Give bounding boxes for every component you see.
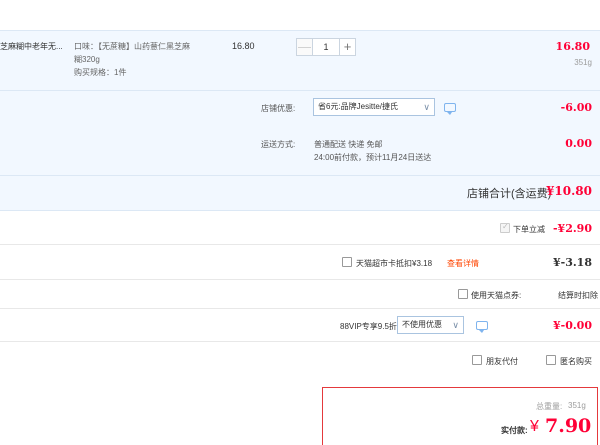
quantity-input[interactable]: 1 xyxy=(313,38,339,56)
chat-icon[interactable] xyxy=(444,103,456,115)
divider xyxy=(0,341,600,342)
shop-options xyxy=(0,91,600,175)
shop-promo-amount: -6.00 xyxy=(560,101,592,114)
tmall-card-checkbox[interactable] xyxy=(342,257,352,267)
payment-summary: 总重量: 351g 实付款: ¥ 7.90 xyxy=(322,387,598,445)
instant-discount-label: 下单立减 xyxy=(513,225,545,234)
shipping-label: 运送方式: xyxy=(261,140,296,149)
shop-total-amount: ¥10.80 xyxy=(546,184,592,198)
product-title[interactable]: 芝麻糊中老年无... xyxy=(0,41,63,52)
vip-amount: ¥-0.00 xyxy=(552,319,592,332)
friend-pay-checkbox[interactable] xyxy=(472,355,482,365)
instant-discount-amount: -¥2.90 xyxy=(552,222,592,235)
actual-payment-label: 实付款: xyxy=(501,426,528,435)
divider xyxy=(0,308,600,309)
tmall-card-label: 天猫超市卡抵扣¥3.18 xyxy=(356,259,433,268)
shop-promo-value: 省6元:品牌Jesitte/捷氏 xyxy=(318,102,399,111)
total-weight-value: 351g xyxy=(568,401,586,410)
unit-price: 16.80 xyxy=(232,41,255,51)
total-weight-label: 总重量: xyxy=(536,402,563,411)
divider xyxy=(0,30,600,31)
product-spec-line-2: 糊320g xyxy=(74,55,100,64)
quantity-stepper[interactable]: — 1 + xyxy=(296,38,356,56)
product-spec-line-1: 口味：【无蔗糖】山药薏仁黑芝麻 xyxy=(74,42,190,51)
points-value: 结算时扣除 xyxy=(558,291,598,300)
tmall-card-details-link[interactable]: 查看详情 xyxy=(447,258,479,269)
product-weight: 351g xyxy=(574,58,592,67)
divider xyxy=(0,210,600,211)
shipping-eta: 24:00前付款，预计11月24日送达 xyxy=(314,153,432,162)
product-subtotal: 16.80 xyxy=(555,40,590,53)
divider xyxy=(0,244,600,245)
chevron-down-icon: ∨ xyxy=(423,102,430,112)
currency-symbol: ¥ xyxy=(530,418,539,435)
actual-payment-amount: 7.90 xyxy=(545,415,592,437)
product-spec-line-3: 购买规格：1件 xyxy=(74,68,127,77)
shop-promo-select[interactable]: 省6元:品牌Jesitte/捷氏 ∨ xyxy=(313,98,435,116)
chevron-down-icon: ∨ xyxy=(452,320,459,330)
friend-pay-label: 朋友代付 xyxy=(486,357,518,366)
instant-discount-checkbox[interactable] xyxy=(500,222,510,233)
shipping-amount: 0.00 xyxy=(565,137,592,150)
quantity-decrease-button[interactable]: — xyxy=(296,38,313,56)
anonymous-label: 匿名购买 xyxy=(560,357,592,366)
divider xyxy=(0,279,600,280)
shipping-method: 普通配送 快递 免邮 xyxy=(314,140,383,149)
shop-promo-label: 店铺优惠: xyxy=(261,104,296,113)
tmall-card-amount: ¥-3.18 xyxy=(552,256,592,269)
vip-select[interactable]: 不使用优惠 ∨ xyxy=(397,316,464,334)
points-checkbox[interactable] xyxy=(458,289,468,299)
shop-total-label: 店铺合计(含运费) xyxy=(467,188,552,200)
vip-select-value: 不使用优惠 xyxy=(402,320,442,329)
points-label: 使用天猫点券: xyxy=(471,291,522,300)
vip-label: 88VIP专享9.5折 xyxy=(340,322,397,331)
chat-icon[interactable] xyxy=(476,321,488,333)
anonymous-checkbox[interactable] xyxy=(546,355,556,365)
quantity-increase-button[interactable]: + xyxy=(339,38,356,56)
